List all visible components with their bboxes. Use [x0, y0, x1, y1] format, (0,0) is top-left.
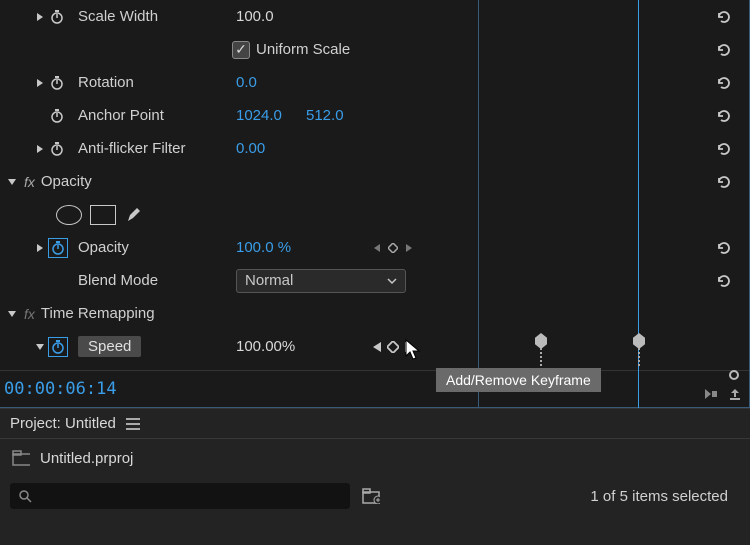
scale-width-value[interactable]: 100.0: [236, 8, 274, 25]
blend-mode-select[interactable]: Normal: [236, 269, 406, 293]
expand-caret[interactable]: [32, 240, 48, 256]
collapse-caret[interactable]: [4, 174, 20, 190]
stopwatch-toggle-animated[interactable]: [48, 238, 68, 258]
export-icon[interactable]: [726, 385, 744, 403]
rotation-label: Rotation: [78, 74, 134, 91]
rectangle-mask-button[interactable]: [90, 205, 116, 225]
selection-status: 1 of 5 items selected: [590, 488, 740, 505]
add-keyframe-button[interactable]: [386, 241, 400, 255]
anti-flicker-label: Anti-flicker Filter: [78, 140, 186, 157]
project-bottom-bar: 1 of 5 items selected: [0, 477, 750, 515]
stopwatch-toggle-animated[interactable]: [48, 337, 68, 357]
scale-width-label: Scale Width: [78, 8, 158, 25]
project-panel: Project: Untitled Untitled.prproj 1 of 5…: [0, 408, 750, 545]
expand-caret[interactable]: [32, 75, 48, 91]
stopwatch-icon[interactable]: [48, 140, 66, 158]
keyframe-marker[interactable]: [535, 333, 547, 349]
project-search-input[interactable]: [10, 483, 350, 509]
expand-caret[interactable]: [32, 141, 48, 157]
anchor-point-y[interactable]: 512.0: [306, 107, 344, 124]
play-only-icon[interactable]: [702, 385, 720, 403]
project-file-row: Untitled.prproj: [0, 439, 750, 477]
keyframe-nav: [370, 241, 416, 255]
chevron-down-icon: [387, 276, 397, 286]
expand-caret[interactable]: [32, 9, 48, 25]
tooltip: Add/Remove Keyframe: [436, 368, 601, 392]
fx-badge-icon[interactable]: fx: [24, 174, 35, 190]
blend-mode-value: Normal: [245, 272, 293, 289]
panel-footer-icons: [702, 385, 744, 403]
search-icon: [18, 489, 32, 503]
stopwatch-icon[interactable]: [48, 107, 66, 125]
rotation-value[interactable]: 0.0: [236, 74, 257, 91]
opacity-label: Opacity: [78, 239, 129, 256]
prev-keyframe-button[interactable]: [370, 241, 384, 255]
timecode-display[interactable]: 00:00:06:14: [0, 371, 121, 407]
keyframe-stem: [638, 348, 640, 366]
pen-mask-button[interactable]: [124, 205, 144, 225]
next-keyframe-button[interactable]: [402, 340, 416, 354]
collapse-caret[interactable]: [4, 306, 20, 322]
speed-value[interactable]: 100.00%: [236, 338, 295, 355]
project-panel-title[interactable]: Project: Untitled: [10, 415, 116, 432]
opacity-value[interactable]: 100.0 %: [236, 239, 291, 256]
anchor-point-x[interactable]: 1024.0: [236, 107, 282, 124]
keyframe-marker[interactable]: [633, 333, 645, 349]
next-keyframe-button[interactable]: [402, 241, 416, 255]
bin-icon[interactable]: [12, 449, 30, 467]
uniform-scale-label: Uniform Scale: [256, 41, 350, 58]
keyframe-nav-speed: [370, 340, 416, 354]
keyframe-end-handle[interactable]: [729, 370, 739, 380]
project-panel-header: Project: Untitled: [0, 409, 750, 439]
keyframe-stem: [540, 348, 542, 366]
blend-mode-label: Blend Mode: [78, 272, 158, 289]
prev-keyframe-button[interactable]: [370, 340, 384, 354]
time-remapping-label: Time Remapping: [41, 305, 155, 322]
fx-badge-icon[interactable]: fx: [24, 306, 35, 322]
add-remove-keyframe-button[interactable]: [386, 340, 400, 354]
project-filename[interactable]: Untitled.prproj: [40, 450, 133, 467]
stopwatch-icon[interactable]: [48, 74, 66, 92]
anti-flicker-value[interactable]: 0.00: [236, 140, 265, 157]
timeline-keyframe-area[interactable]: [478, 0, 750, 410]
speed-label: Speed: [78, 336, 141, 357]
ellipse-mask-button[interactable]: [56, 205, 82, 225]
panel-menu-button[interactable]: [126, 418, 140, 430]
collapse-caret[interactable]: [32, 339, 48, 355]
stopwatch-icon[interactable]: [48, 8, 66, 26]
anchor-point-label: Anchor Point: [78, 107, 164, 124]
opacity-group-label: Opacity: [41, 173, 92, 190]
uniform-scale-checkbox[interactable]: [232, 41, 250, 59]
new-bin-button[interactable]: [362, 487, 380, 505]
